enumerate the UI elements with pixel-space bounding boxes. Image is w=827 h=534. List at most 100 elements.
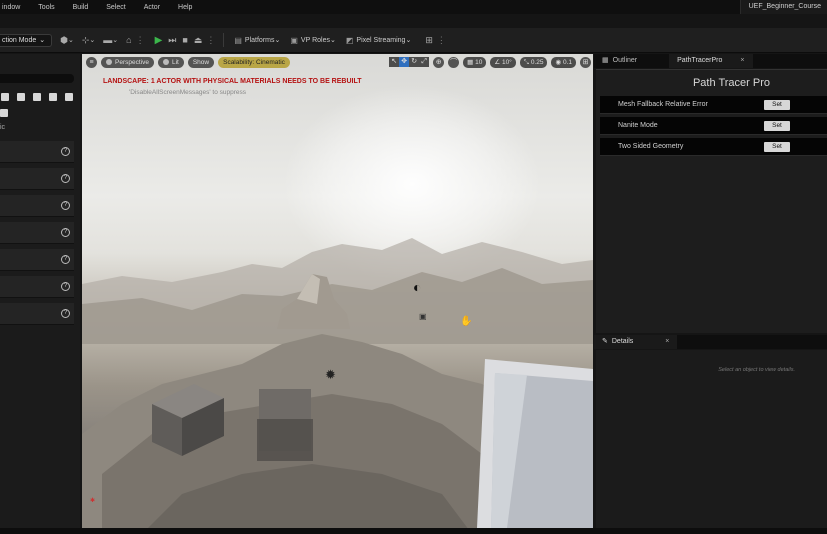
hand-icon[interactable]: ✋: [460, 316, 472, 327]
menu-help[interactable]: Help: [169, 4, 201, 11]
close-icon[interactable]: ×: [665, 335, 669, 349]
right-panel: ▦ Outliner PathTracerPro × Path Tracer Pro…: [594, 54, 827, 528]
actor-class-icon[interactable]: [0, 109, 8, 117]
chevron-down-icon: ⌄: [112, 37, 119, 44]
camera-speed-button[interactable]: ◉ 0.1: [551, 56, 576, 68]
help-icon[interactable]: ?: [61, 201, 70, 210]
menu-window[interactable]: indow: [0, 4, 29, 11]
scale-tool-icon[interactable]: ⤢: [419, 57, 430, 67]
toolbar-divider: [223, 33, 225, 47]
build-options-button[interactable]: ⌂: [126, 35, 131, 45]
scale-snap-button[interactable]: ⤡ 0.25: [519, 56, 548, 68]
help-icon[interactable]: ?: [61, 255, 70, 264]
platforms-label: Platforms: [244, 36, 275, 44]
reflection-capture-icon[interactable]: ▣: [419, 312, 427, 321]
platforms-icon: ▤: [234, 35, 242, 45]
help-icon[interactable]: ?: [61, 228, 70, 237]
selection-mode-dropdown[interactable]: ction Mode ⌄: [0, 33, 53, 47]
advance-frame-button[interactable]: ⏭: [168, 35, 176, 46]
surface-snap-icon[interactable]: ⌒: [448, 56, 460, 68]
tab-outliner[interactable]: ▦ Outliner: [594, 54, 645, 68]
viewport-menu-icon[interactable]: ≡: [86, 56, 97, 68]
tab-details-label: Details: [611, 338, 634, 345]
directional-light-icon[interactable]: ✹: [325, 367, 336, 383]
setting-row: Nanite Mode Set: [600, 117, 827, 135]
search-input[interactable]: [0, 74, 74, 83]
rotation-snap-button[interactable]: ∠ 10°: [490, 56, 516, 68]
chevron-down-icon: ⌄: [89, 37, 96, 44]
chevron-down-icon: ⌄: [67, 37, 74, 44]
left-panel: ic ? ? ? ? ? ? ?: [0, 54, 80, 528]
stop-icon: ■: [182, 35, 188, 45]
rotate-tool-icon[interactable]: ↻: [409, 57, 420, 67]
blueprint-button[interactable]: ⊹ ⌄: [82, 35, 95, 46]
actor-class-icon[interactable]: [17, 93, 25, 101]
cinematics-button[interactable]: ▬ ⌄: [103, 35, 118, 45]
more-options-icon[interactable]: ⋮: [136, 35, 145, 46]
list-item[interactable]: ?: [0, 276, 74, 298]
wall-actor[interactable]: [477, 359, 593, 528]
actor-class-icon[interactable]: [1, 93, 9, 101]
world-space-icon[interactable]: ⊕: [433, 56, 445, 68]
pixel-streaming-icon: ◩: [345, 35, 354, 45]
set-button[interactable]: Set: [764, 121, 790, 131]
help-icon[interactable]: ?: [61, 282, 70, 291]
show-button[interactable]: Show: [187, 56, 215, 68]
play-icon[interactable]: ▶: [155, 35, 163, 46]
close-icon[interactable]: ×: [740, 54, 744, 68]
add-content-button[interactable]: ⬢ ⌄: [60, 35, 74, 46]
list-item[interactable]: ?: [0, 303, 74, 325]
help-icon[interactable]: ?: [61, 309, 70, 318]
cube-actor[interactable]: [257, 389, 313, 461]
scalability-badge[interactable]: Scalability: Cinematic: [218, 56, 290, 68]
pixel-streaming-label: Pixel Streaming: [356, 36, 406, 44]
actor-class-icon[interactable]: [65, 93, 73, 101]
setting-label: Two Sided Geometry: [618, 143, 684, 150]
vp-roles-dropdown[interactable]: ▣ VP Roles ⌄: [290, 36, 336, 45]
skylight-icon[interactable]: ◐: [413, 279, 421, 295]
menu-select[interactable]: Select: [97, 4, 134, 11]
level-viewport[interactable]: ◐ ▣ ✋ ✹ ≡ Perspective Lit Show Scalabili…: [82, 54, 593, 528]
angle-icon: ∠: [494, 58, 502, 66]
perspective-button[interactable]: Perspective: [101, 56, 154, 68]
grid-snap-button[interactable]: ▦ 10: [463, 56, 487, 68]
list-item[interactable]: ?: [0, 168, 74, 190]
actor-class-icon[interactable]: [33, 93, 41, 101]
set-button[interactable]: Set: [764, 142, 790, 152]
menu-tools[interactable]: Tools: [29, 4, 63, 11]
more-options-icon[interactable]: ⋮: [437, 35, 446, 46]
skip-icon: ⏭: [168, 34, 177, 45]
outliner-tab-bar: ▦ Outliner PathTracerPro ×: [594, 54, 827, 68]
tab-path-tracer-pro[interactable]: PathTracerPro ×: [669, 54, 753, 68]
cube-actor[interactable]: [152, 384, 224, 456]
help-icon[interactable]: ?: [61, 174, 70, 183]
setting-row: Mesh Fallback Relative Error Set: [600, 96, 827, 114]
extension-button[interactable]: ⊞: [425, 35, 433, 46]
pixel-streaming-dropdown[interactable]: ◩ Pixel Streaming ⌄: [346, 36, 411, 45]
help-icon[interactable]: ?: [61, 147, 70, 156]
tab-details[interactable]: ✎ Details ×: [594, 335, 678, 349]
list-item[interactable]: ?: [0, 141, 74, 163]
menu-bar: indow Tools Build Select Actor Help UEF_…: [0, 0, 827, 14]
actor-class-icon[interactable]: [49, 93, 57, 101]
lit-button[interactable]: Lit: [157, 56, 184, 68]
stop-button[interactable]: ■: [182, 35, 187, 45]
list-item[interactable]: ?: [0, 195, 74, 217]
menu-actor[interactable]: Actor: [135, 4, 169, 11]
clapper-icon: ▬: [103, 35, 113, 45]
platforms-dropdown[interactable]: ▤ Platforms ⌄: [234, 36, 280, 45]
rotation-snap-value: 10°: [501, 58, 512, 66]
set-button[interactable]: Set: [764, 100, 790, 110]
eject-button[interactable]: ⏏: [194, 35, 203, 46]
chevron-down-icon: ⌄: [274, 37, 281, 44]
menu-build[interactable]: Build: [64, 4, 98, 11]
select-tool-icon[interactable]: ↖: [389, 57, 400, 67]
selection-mode-label: ction Mode: [2, 36, 37, 44]
suppress-hint: 'DisableAllScreenMessages' to suppress: [129, 89, 247, 96]
maximize-viewport-icon[interactable]: ⊞: [580, 56, 591, 68]
translate-tool-icon[interactable]: ✥: [399, 57, 410, 67]
axis-gizmo-icon: ✱: [90, 498, 96, 504]
play-options-icon[interactable]: ⋮: [206, 35, 215, 46]
list-item[interactable]: ?: [0, 249, 74, 271]
list-item[interactable]: ?: [0, 222, 74, 244]
